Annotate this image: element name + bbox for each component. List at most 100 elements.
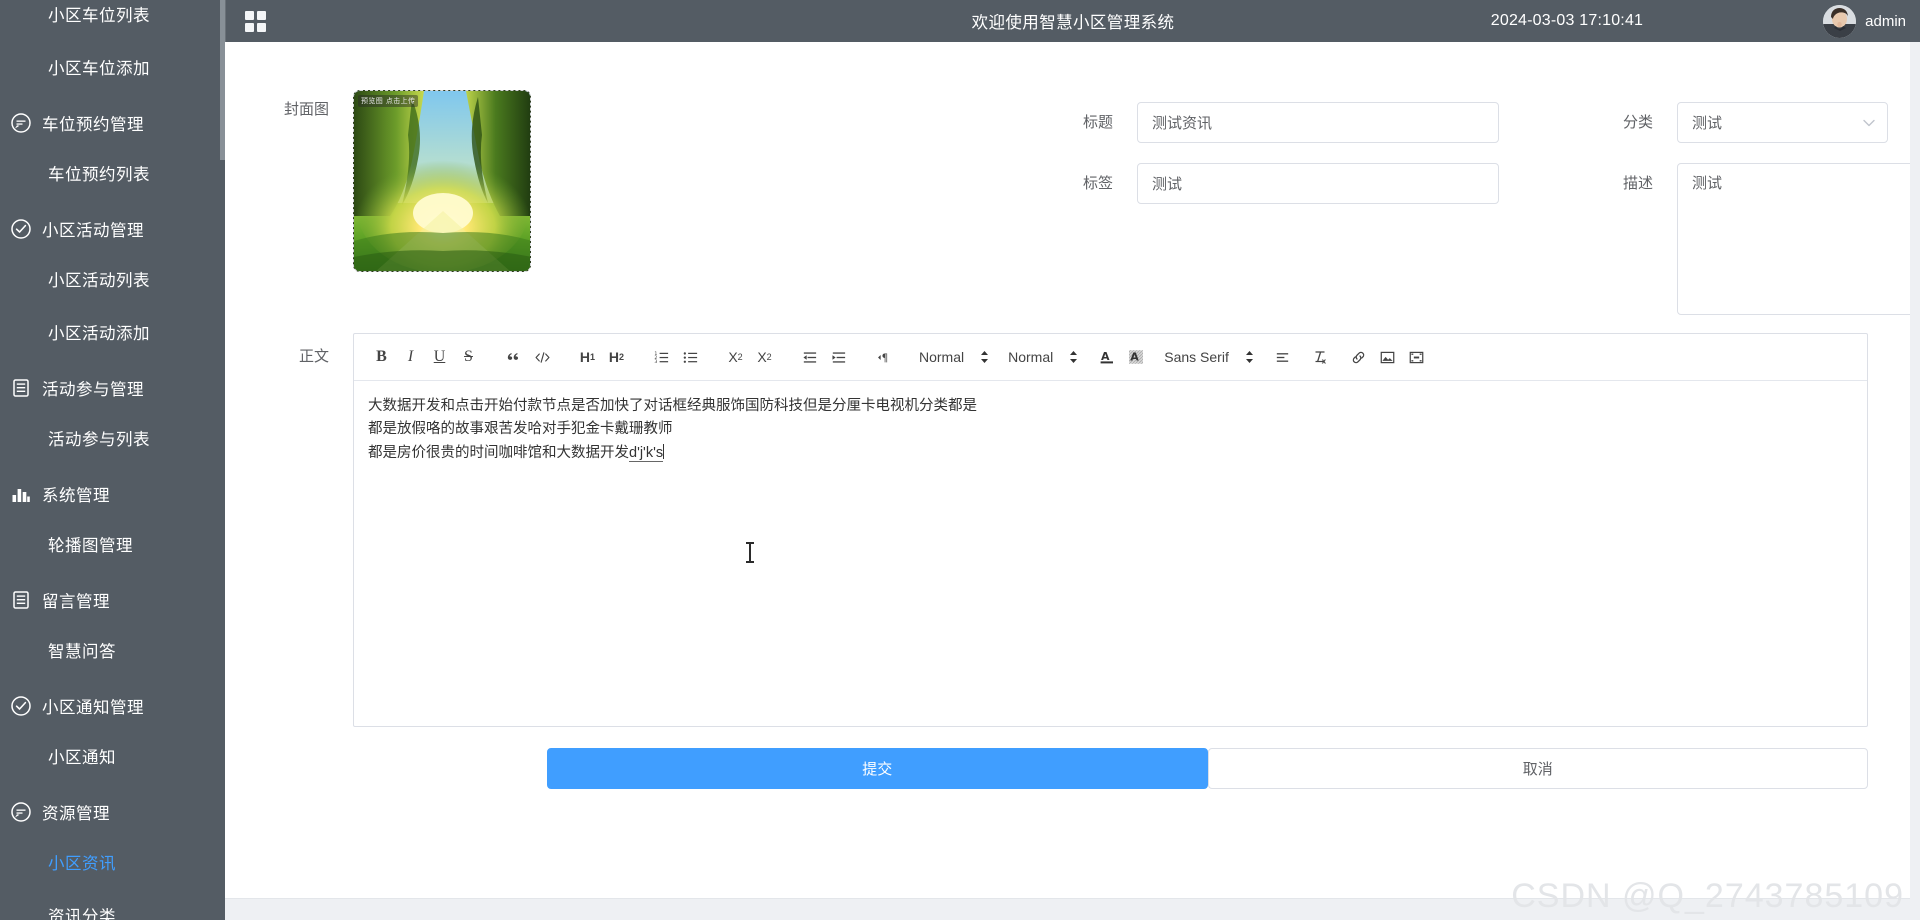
chat-icon xyxy=(8,110,34,136)
blockquote-icon[interactable] xyxy=(500,344,527,370)
description-field: 描述 测试 xyxy=(1595,163,1910,315)
align-left-icon[interactable] xyxy=(1269,344,1296,370)
svg-text:A: A xyxy=(1101,350,1110,363)
body-label: 正文 xyxy=(298,348,329,365)
datetime-display: 2024-03-03 17:10:41 xyxy=(1490,12,1644,29)
svg-text:3: 3 xyxy=(654,359,657,365)
sidebar-group-11[interactable]: 留言管理 xyxy=(0,573,225,626)
check-circle-icon xyxy=(8,216,34,242)
app-root: 小区车位列表 小区车位添加车位预约管理车位预约列表小区活动管理小区活动列表 小区活动… xyxy=(0,0,1920,920)
tag-input[interactable]: 测试 xyxy=(1137,163,1499,204)
stepper-icon xyxy=(1069,350,1078,364)
image-icon[interactable] xyxy=(1374,344,1401,370)
sidebar-group-label: 系统管理 xyxy=(42,486,110,505)
sidebar-item-1[interactable]: 小区车位添加 xyxy=(0,43,225,96)
avatar xyxy=(1823,4,1857,38)
strikethrough-button[interactable]: S xyxy=(455,344,482,370)
stepper-icon xyxy=(980,350,989,364)
text-caret xyxy=(663,443,665,459)
stepper-icon xyxy=(1245,350,1254,364)
clear-format-icon[interactable]: x xyxy=(1307,344,1334,370)
sidebar-item-17[interactable]: 资讯分类 xyxy=(0,891,225,920)
font-family-picker[interactable]: Sans Serif xyxy=(1160,344,1258,370)
title-input[interactable]: 测试资讯 xyxy=(1137,102,1499,143)
sidebar-group-label: 资源管理 xyxy=(42,804,110,823)
video-icon[interactable] xyxy=(1403,344,1430,370)
heading1-button[interactable]: H1 xyxy=(574,344,601,370)
sidebar-group-15[interactable]: 资源管理 xyxy=(0,785,225,838)
document-icon xyxy=(8,587,34,613)
form-container: 封面图 预览图 点击上传 标题 测试资讯 分类 测试 标签 测试 描述 测试 正… xyxy=(225,42,1910,789)
sidebar-item-5[interactable]: 小区活动列表 xyxy=(0,255,225,308)
font-color-icon[interactable]: A xyxy=(1093,344,1120,370)
bold-button[interactable]: B xyxy=(368,344,395,370)
title-field: 标题 测试资讯 xyxy=(1055,102,1499,143)
cover-image-label: 封面图 xyxy=(283,101,329,118)
sidebar-group-7[interactable]: 活动参与管理 xyxy=(0,361,225,414)
chat-icon xyxy=(8,799,34,825)
grid-menu-icon[interactable] xyxy=(234,0,276,42)
background-color-icon[interactable]: A xyxy=(1122,344,1149,370)
form-actions: 提交 取消 xyxy=(225,748,1910,789)
sidebar-group-4[interactable]: 小区活动管理 xyxy=(0,202,225,255)
superscript-button[interactable]: X2 xyxy=(751,344,778,370)
top-form-row: 封面图 预览图 点击上传 标题 测试资讯 分类 测试 标签 测试 描述 测试 xyxy=(225,42,1910,315)
content-vertical-scrollbar[interactable] xyxy=(1910,42,1920,920)
tag-field: 标签 测试 xyxy=(1055,163,1499,315)
cover-image-thumbnail[interactable]: 预览图 点击上传 xyxy=(353,90,531,272)
main-column: 欢迎使用智慧小区管理系统 2024-03-03 17:10:41 admin 封… xyxy=(225,0,1920,920)
sidebar-group-2[interactable]: 车位预约管理 xyxy=(0,96,225,149)
font-size-picker[interactable]: Normal xyxy=(915,344,993,370)
indent-icon[interactable] xyxy=(825,344,852,370)
ordered-list-icon[interactable]: 1 2 3 xyxy=(648,344,675,370)
user-menu[interactable]: admin xyxy=(1823,4,1906,38)
editor-line: 大数据开发和点击开始付款节点是否加快了对话框经典服饰国防科技但是分厘卡电视机分类… xyxy=(368,398,977,414)
text-direction-icon[interactable]: ¶ xyxy=(870,344,897,370)
header-right: 2024-03-03 17:10:41 admin xyxy=(1490,4,1920,38)
sidebar-group-label: 小区活动管理 xyxy=(42,221,144,240)
submit-button[interactable]: 提交 xyxy=(547,748,1208,789)
content-horizontal-scrollbar[interactable] xyxy=(225,898,1910,920)
sidebar-item-3[interactable]: 车位预约列表 xyxy=(0,149,225,202)
cover-image-field: 封面图 预览图 点击上传 xyxy=(271,42,1055,272)
category-select[interactable]: 测试 xyxy=(1677,102,1888,143)
mouse-text-cursor xyxy=(746,542,754,563)
font-family-value: Sans Serif xyxy=(1164,349,1229,365)
sidebar-group-label: 车位预约管理 xyxy=(42,115,144,134)
heading2-button[interactable]: H2 xyxy=(603,344,630,370)
sidebar-nav: 小区车位列表 小区车位添加车位预约管理车位预约列表小区活动管理小区活动列表 小区活动… xyxy=(0,0,225,920)
title-label: 标题 xyxy=(1082,114,1113,131)
header-picker[interactable]: Normal xyxy=(1004,344,1082,370)
sidebar-item-6[interactable]: 小区活动添加 xyxy=(0,308,225,361)
editor-line: 都是房价很贵的时间咖啡馆和大数据开发d'j'k's xyxy=(368,442,1853,465)
sidebar-item-12[interactable]: 智慧问答 xyxy=(0,626,225,679)
category-value: 测试 xyxy=(1692,115,1723,132)
link-icon[interactable] xyxy=(1345,344,1372,370)
italic-button[interactable]: I xyxy=(397,344,424,370)
description-label: 描述 xyxy=(1622,175,1653,192)
username-label: admin xyxy=(1865,12,1906,30)
cover-image-control: 预览图 点击上传 xyxy=(353,90,531,272)
sidebar-item-0[interactable]: 小区车位列表 xyxy=(0,0,225,43)
sidebar-item-8[interactable]: 活动参与列表 xyxy=(0,414,225,467)
cancel-button[interactable]: 取消 xyxy=(1207,748,1868,789)
form-left-column: 封面图 预览图 点击上传 xyxy=(225,42,1055,315)
outdent-icon[interactable] xyxy=(796,344,823,370)
description-textarea[interactable]: 测试 xyxy=(1677,163,1910,315)
sidebar-group-9[interactable]: 系统管理 xyxy=(0,467,225,520)
editor-content-area[interactable]: 大数据开发和点击开始付款节点是否加快了对话框经典服饰国防科技但是分厘卡电视机分类… xyxy=(354,381,1867,726)
subscript-button[interactable]: X2 xyxy=(722,344,749,370)
document-icon xyxy=(8,375,34,401)
sidebar-item-10[interactable]: 轮播图管理 xyxy=(0,520,225,573)
sidebar-group-13[interactable]: 小区通知管理 xyxy=(0,679,225,732)
editor-line: 都是放假咯的故事艰苦发哈对手犯金卡戴珊教师 xyxy=(368,421,673,438)
bullet-list-icon[interactable] xyxy=(677,344,704,370)
underline-button[interactable]: U xyxy=(426,344,453,370)
body-editor-row: 正文 B I U S H 1 H 2 1 2 3 X 2 X 2 ¶ Norma… xyxy=(225,333,1910,727)
sidebar-item-16[interactable]: 小区资讯 xyxy=(0,838,225,891)
code-block-icon[interactable] xyxy=(529,344,556,370)
sidebar-group-label: 活动参与管理 xyxy=(42,380,144,399)
sidebar-item-14[interactable]: 小区通知 xyxy=(0,732,225,785)
chevron-down-icon xyxy=(1863,116,1875,129)
tag-label: 标签 xyxy=(1082,175,1113,192)
